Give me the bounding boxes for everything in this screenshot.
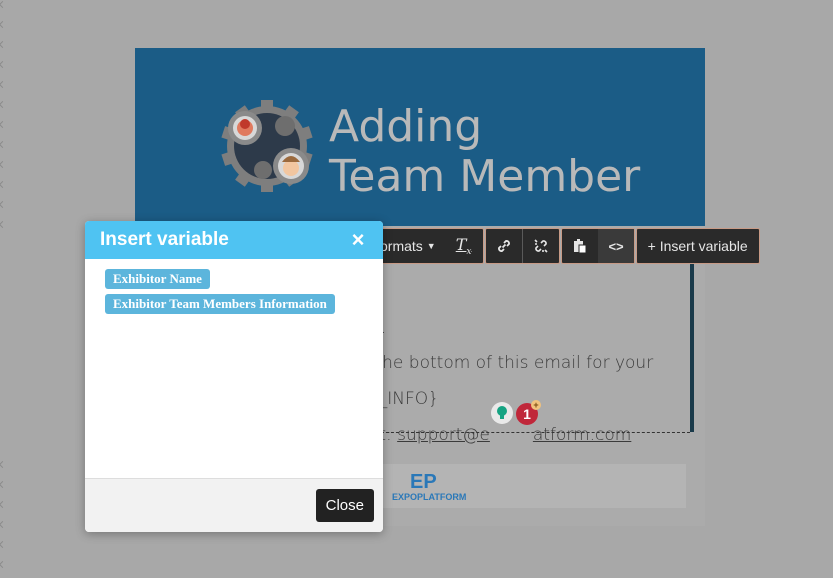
variable-chip-exhibitor-name[interactable]: Exhibitor Name — [105, 269, 210, 289]
header-title-line2: Team Member — [329, 151, 641, 202]
toolbar-group-insert: + Insert variable — [635, 228, 760, 264]
edge-mark — [0, 220, 7, 229]
logo-mark: EP — [410, 471, 437, 493]
dialog-footer: Close — [85, 478, 383, 532]
paste-button[interactable] — [562, 229, 598, 263]
toolbar-group-link — [485, 228, 561, 264]
dialog-body: Exhibitor Name Exhibitor Team Members In… — [85, 259, 383, 477]
edge-mark — [0, 80, 7, 89]
insert-variable-dialog: Insert variable × Exhibitor Name Exhibit… — [85, 221, 383, 532]
body-line-1: er. — [365, 318, 833, 338]
email-footer: EP EXPOPLATFORM — [380, 464, 686, 508]
body-line-2: at the bottom of this email for your — [353, 353, 654, 373]
edge-mark — [0, 0, 7, 9]
link-button[interactable] — [486, 229, 522, 263]
unlink-button[interactable] — [523, 229, 559, 263]
grammarly-badge-count: 1 — [523, 406, 531, 422]
logo-text: EXPOPLATFORM — [392, 492, 466, 502]
edge-mark — [0, 100, 7, 109]
gear-tooth — [261, 100, 273, 114]
body-line-contact: ct: support@e atform.com — [370, 425, 833, 445]
unlink-icon — [534, 239, 549, 253]
close-button[interactable]: Close — [315, 489, 374, 522]
link-icon — [498, 240, 511, 252]
gear-tooth — [261, 178, 273, 192]
editor-toolbar: ormats ▼ Tx <> + Insert variable — [363, 228, 761, 264]
grammarly-widget[interactable]: 1 + — [489, 399, 549, 427]
insert-variable-label: + Insert variable — [647, 238, 748, 254]
clear-format-button[interactable]: Tx — [444, 229, 484, 263]
formats-label: ormats — [380, 238, 423, 254]
edge-mark — [0, 540, 7, 549]
email-header-title: Adding Team Member — [329, 102, 640, 202]
expoplatform-logo: EP EXPOPLATFORM — [392, 471, 466, 502]
body-line-3: S_INFO} — [368, 389, 439, 409]
close-icon[interactable]: × — [348, 227, 368, 253]
toolbar-group-paste: <> — [561, 228, 635, 264]
edge-mark — [0, 40, 7, 49]
edge-mark — [0, 120, 7, 129]
email-header-banner: Adding Team Member — [135, 48, 705, 226]
page-edge-marks — [0, 0, 7, 578]
dialog-title: Insert variable — [100, 229, 229, 250]
svg-text:+: + — [533, 400, 538, 410]
contact-email-link[interactable]: support@e — [397, 425, 490, 445]
edge-mark — [0, 520, 7, 529]
paste-icon — [574, 239, 587, 254]
edge-mark — [0, 200, 7, 209]
edge-mark — [0, 460, 7, 469]
edge-mark — [0, 160, 7, 169]
edge-mark — [0, 500, 7, 509]
caret-down-icon: ▼ — [426, 241, 436, 251]
variable-chip-team-members-info[interactable]: Exhibitor Team Members Information — [105, 294, 335, 314]
edge-mark — [0, 480, 7, 489]
contact-email-link-tail[interactable]: atform.com — [533, 425, 631, 445]
header-title-line1: Adding — [329, 101, 483, 152]
edge-mark — [0, 20, 7, 29]
insert-variable-button[interactable]: + Insert variable — [637, 229, 759, 263]
edge-mark — [0, 180, 7, 189]
edge-mark — [0, 560, 7, 569]
team-gear-logo-icon — [221, 100, 313, 192]
edge-mark — [0, 60, 7, 69]
clear-format-icon: Tx — [455, 234, 472, 258]
edge-mark — [0, 140, 7, 149]
dialog-header: Insert variable × — [85, 221, 383, 259]
code-icon: <> — [608, 238, 624, 254]
source-code-button[interactable]: <> — [598, 229, 634, 263]
